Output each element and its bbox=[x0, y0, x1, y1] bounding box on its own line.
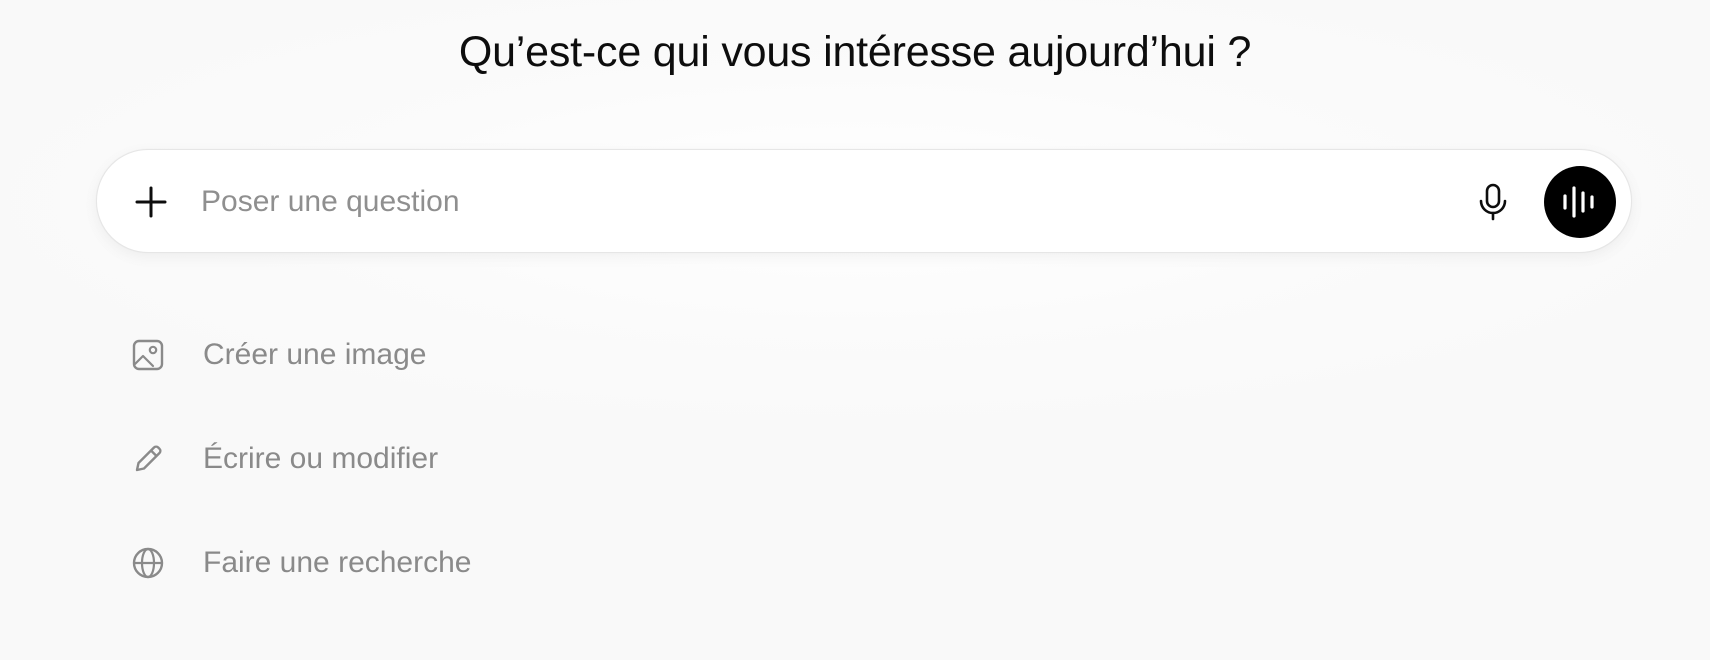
attach-button[interactable] bbox=[125, 176, 177, 228]
microphone-icon bbox=[1476, 182, 1510, 222]
page-title: Qu’est-ce qui vous intéresse aujourd’hui… bbox=[458, 28, 1252, 76]
suggestion-list: Créer une image Écrire ou modifier Faire… bbox=[130, 323, 730, 635]
suggestion-label: Faire une recherche bbox=[203, 546, 472, 579]
chat-start-page: Qu’est-ce qui vous intéresse aujourd’hui… bbox=[0, 0, 1710, 660]
pencil-icon bbox=[130, 441, 166, 477]
voice-mode-button[interactable] bbox=[1544, 166, 1616, 238]
globe-icon bbox=[130, 545, 166, 581]
dictate-button[interactable] bbox=[1467, 176, 1519, 228]
suggestion-write-edit[interactable]: Écrire ou modifier bbox=[130, 427, 730, 491]
image-icon bbox=[130, 337, 166, 373]
prompt-composer bbox=[96, 149, 1632, 253]
waveform-icon bbox=[1560, 182, 1600, 222]
plus-icon bbox=[134, 185, 168, 219]
prompt-input[interactable] bbox=[201, 177, 1441, 227]
suggestion-label: Créer une image bbox=[203, 338, 427, 371]
suggestion-search[interactable]: Faire une recherche bbox=[130, 531, 730, 595]
suggestion-label: Écrire ou modifier bbox=[203, 442, 439, 475]
suggestion-create-image[interactable]: Créer une image bbox=[130, 323, 730, 387]
